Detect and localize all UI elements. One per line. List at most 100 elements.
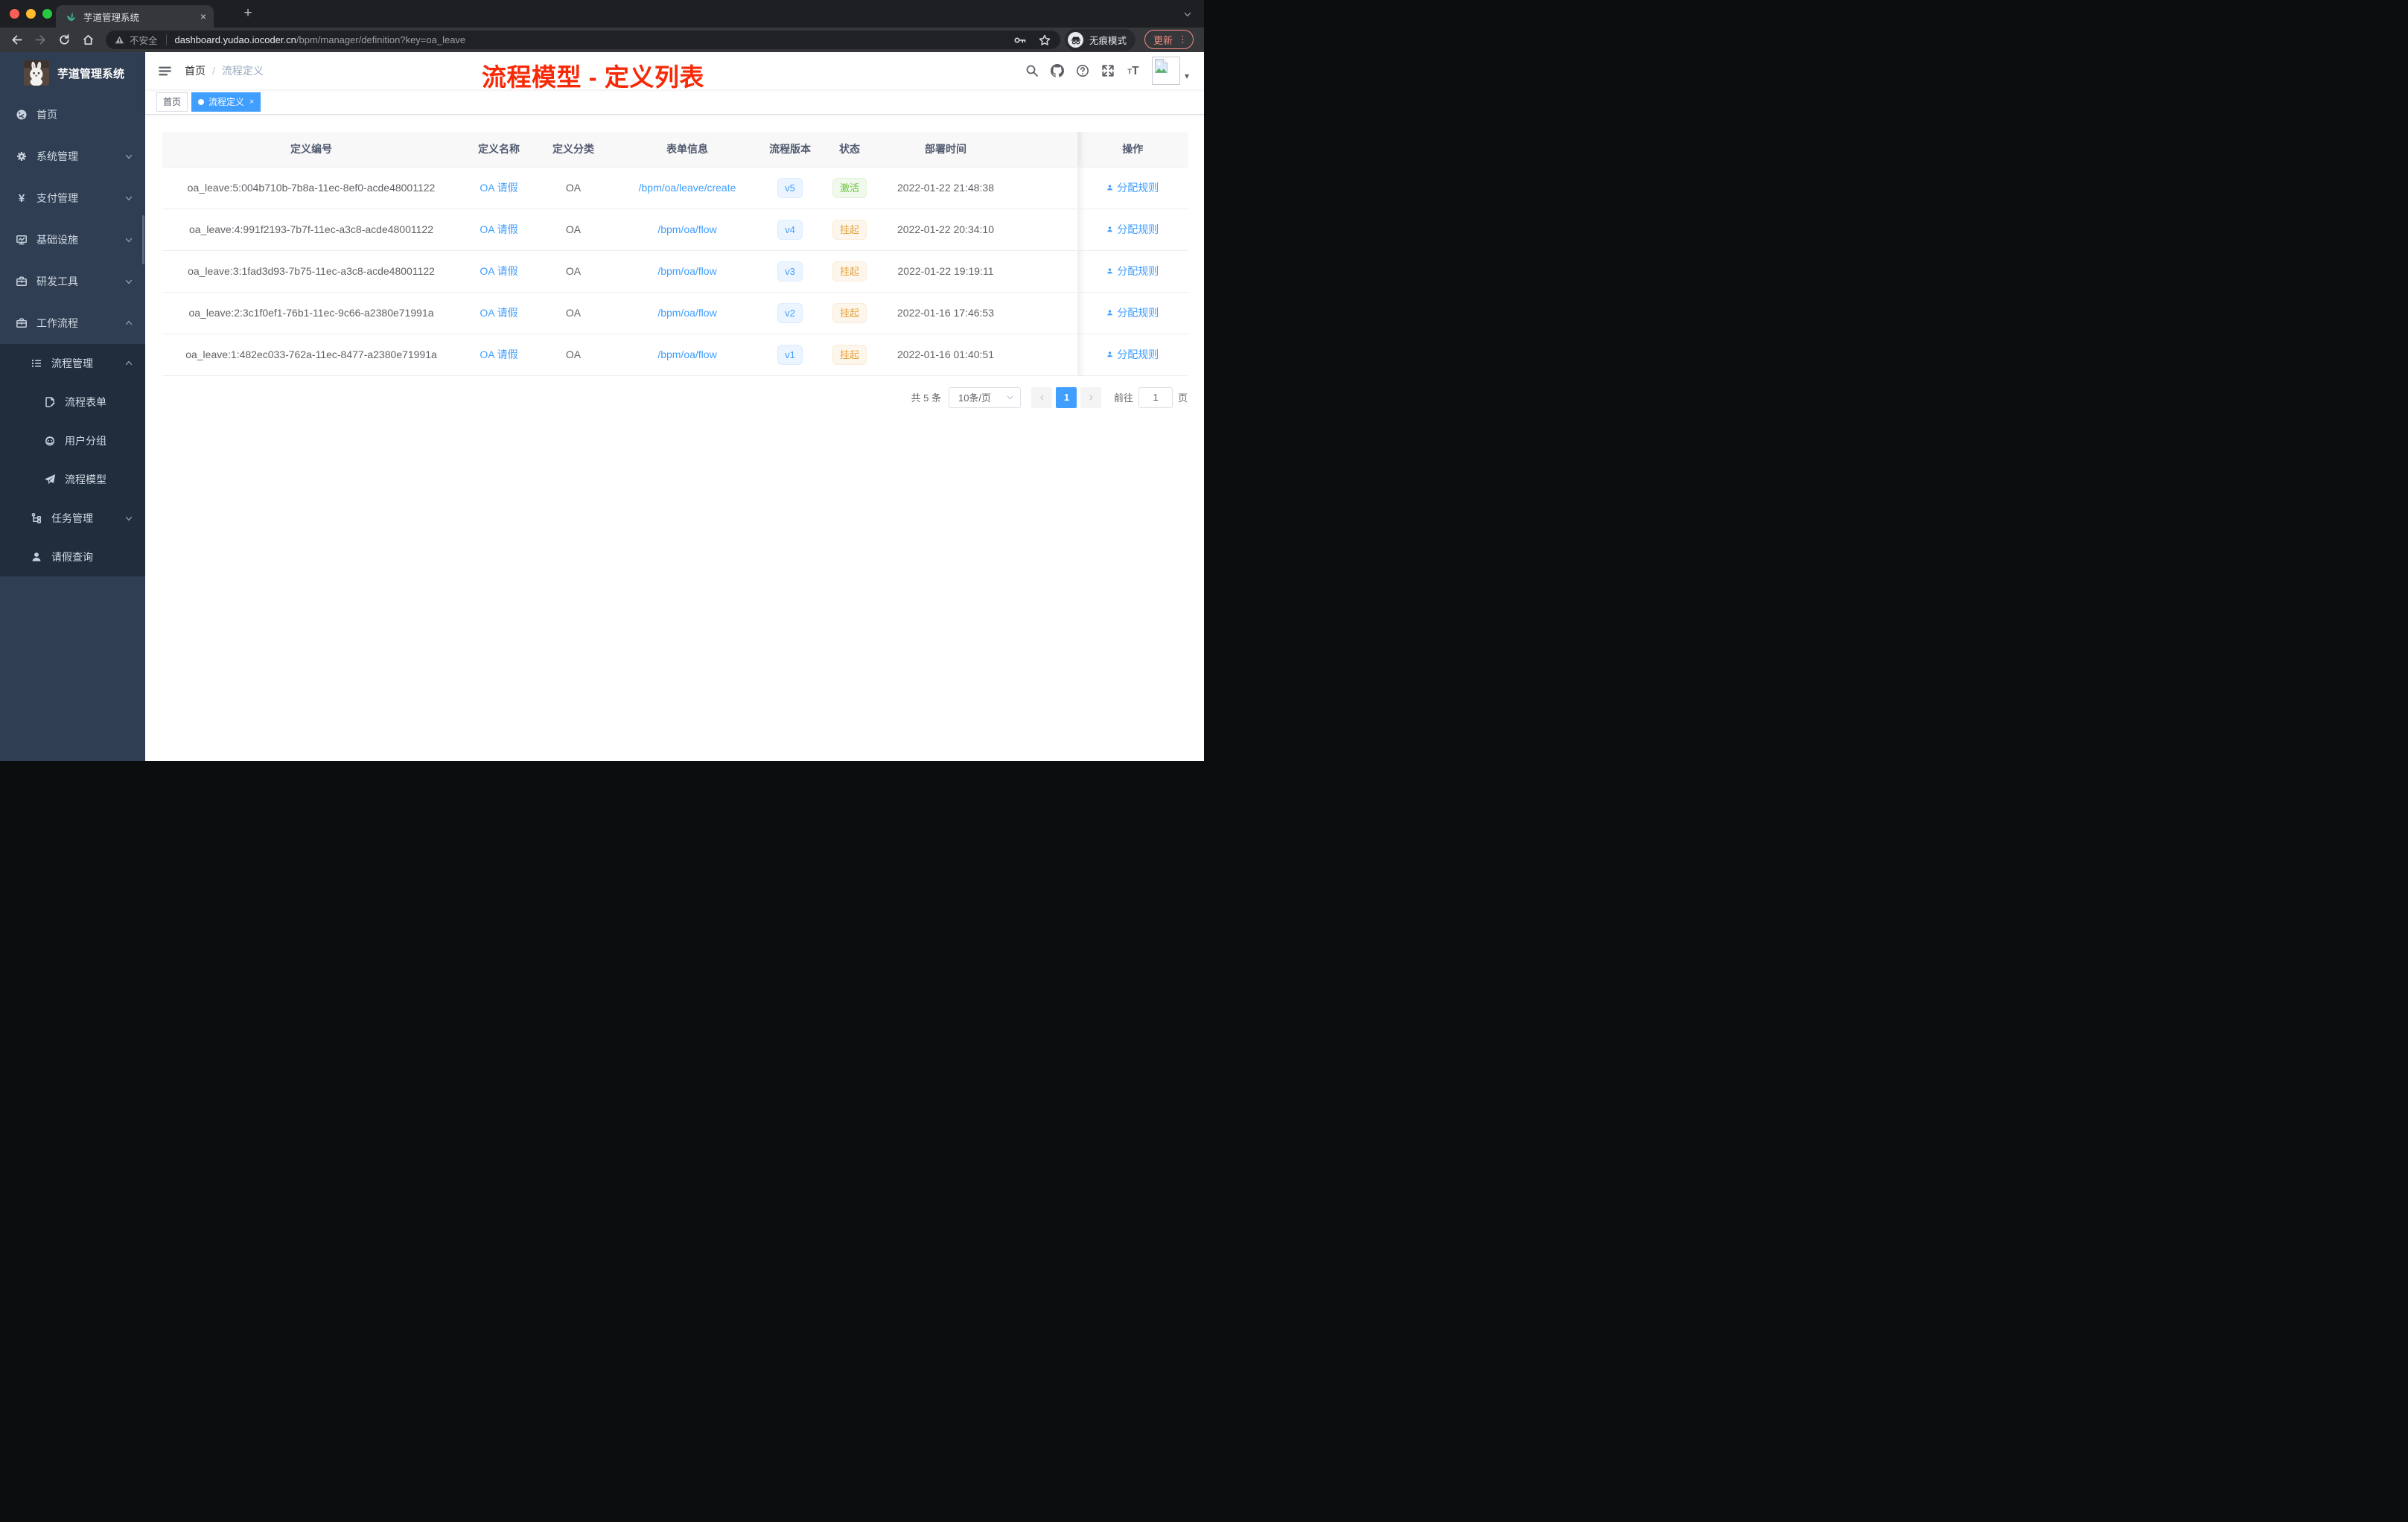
tag-close-icon[interactable]: × [249, 98, 254, 106]
assign-rule-link[interactable]: 分配规则 [1117, 347, 1159, 362]
sidebar-item-label: 系统管理 [36, 150, 78, 162]
sidebar-item-8[interactable]: 用户分组 [0, 421, 145, 460]
sidebar-item-2[interactable]: ¥ 支付管理 [0, 177, 145, 219]
assign-rule-button[interactable]: 分配规则 [1106, 180, 1159, 195]
form-link[interactable]: /bpm/oa/flow [657, 348, 716, 360]
sidebar-item-3[interactable]: 基础设施 [0, 219, 145, 261]
prev-page-button[interactable]: ‹ [1031, 386, 1053, 408]
form-info-cell: /bpm/oa/flow [609, 208, 765, 251]
sidebar-item-1[interactable]: 系统管理 [0, 136, 145, 177]
sidebar-item-6[interactable]: 流程管理 [0, 344, 145, 383]
form-link[interactable]: /bpm/oa/flow [657, 265, 716, 277]
page-content: 定义编号 定义名称 定义分类 表单信息 流程版本 状态 部署时间 操作 oa_l… [145, 115, 1204, 408]
fullscreen-icon[interactable] [1095, 64, 1121, 77]
sidebar-logo[interactable]: 芋道管理系统 [0, 52, 145, 94]
form-link[interactable]: /bpm/oa/flow [657, 307, 716, 319]
assign-rule-link[interactable]: 分配规则 [1117, 180, 1159, 195]
definition-name-link[interactable]: OA 请假 [480, 348, 517, 360]
github-icon[interactable] [1045, 64, 1070, 77]
search-icon[interactable] [1019, 64, 1045, 77]
sidebar-item-label: 首页 [36, 109, 57, 121]
sidebar-item-label: 支付管理 [36, 192, 78, 204]
bookmark-star-icon[interactable] [1038, 34, 1051, 47]
chevron-down-icon [124, 514, 133, 523]
breadcrumb-separator: / [212, 65, 215, 77]
assign-rule-button[interactable]: 分配规则 [1106, 347, 1159, 362]
assign-rule-button[interactable]: 分配规则 [1106, 305, 1159, 320]
url-path: /bpm/manager/definition?key=oa_leave [296, 34, 466, 45]
user-icon [1106, 266, 1117, 276]
tag-0[interactable]: 首页 [156, 92, 188, 112]
assign-rule-button[interactable]: 分配规则 [1106, 264, 1159, 278]
warning-icon[interactable] [115, 35, 124, 45]
form-link[interactable]: /bpm/oa/flow [657, 223, 716, 235]
form-link[interactable]: /bpm/oa/leave/create [639, 182, 736, 194]
sidebar-item-7[interactable]: 流程表单 [0, 383, 145, 421]
traffic-light-minimize[interactable] [26, 9, 36, 19]
status-badge: 挂起 [832, 261, 867, 281]
hamburger-icon[interactable] [158, 64, 172, 78]
reload-icon[interactable] [52, 34, 76, 46]
sidebar-item-11[interactable]: 请假查询 [0, 538, 145, 576]
kebab-menu-icon[interactable]: ⋮ [1178, 34, 1188, 45]
next-page-button[interactable]: › [1080, 386, 1102, 408]
assign-rule-button[interactable]: 分配规则 [1106, 222, 1159, 237]
sidebar-scrollbar[interactable] [142, 215, 144, 264]
tab-close-icon[interactable]: × [200, 10, 206, 22]
update-label[interactable]: 更新 [1153, 33, 1173, 47]
browser-update-button[interactable]: 更新 ⋮ [1144, 30, 1194, 49]
status-cell: 激活 [815, 167, 885, 209]
pagination-total: 共 5 条 [911, 392, 941, 404]
status-badge: 激活 [832, 177, 867, 198]
forward-icon[interactable] [28, 34, 52, 46]
security-label[interactable]: 不安全 [130, 33, 158, 47]
help-icon[interactable] [1070, 64, 1095, 77]
browser-tab[interactable]: 芋道管理系统 × [56, 5, 214, 28]
sidebar-item-5[interactable]: 工作流程 [0, 302, 145, 344]
traffic-light-close[interactable] [10, 9, 19, 19]
breadcrumb-home[interactable]: 首页 [185, 63, 206, 78]
new-tab-button[interactable]: + [238, 4, 258, 23]
sidebar-item-9[interactable]: 流程模型 [0, 460, 145, 499]
back-icon[interactable] [4, 34, 28, 46]
version-cell: v5 [765, 167, 815, 209]
definition-name-link[interactable]: OA 请假 [480, 182, 517, 194]
list-icon [30, 357, 43, 370]
sidebar-item-10[interactable]: 任务管理 [0, 499, 145, 538]
key-icon[interactable] [1013, 34, 1027, 47]
definition-id-cell: oa_leave:4:991f2193-7b7f-11ec-a3c8-acde4… [162, 208, 460, 251]
page-size-select[interactable]: 10条/页 [948, 386, 1021, 408]
version-badge: v2 [777, 302, 803, 323]
status-cell: 挂起 [815, 334, 885, 376]
goto-page-input[interactable] [1138, 386, 1173, 408]
col-definition-category: 定义分类 [538, 132, 609, 168]
briefcase-icon [15, 316, 28, 330]
category-cell: OA [538, 250, 609, 293]
home-icon[interactable] [76, 34, 100, 46]
status-cell: 挂起 [815, 250, 885, 293]
table-row: oa_leave:2:3c1f0ef1-76b1-11ec-9c66-a2380… [162, 292, 1188, 334]
definition-name-link[interactable]: OA 请假 [480, 265, 517, 277]
caret-down-icon[interactable]: ▾ [1185, 71, 1189, 81]
divider [165, 34, 167, 45]
select-caret-icon [1006, 393, 1014, 401]
font-size-icon[interactable]: TT [1121, 65, 1146, 77]
definition-name-link[interactable]: OA 请假 [480, 307, 517, 319]
user-icon [1106, 182, 1117, 193]
sidebar-item-4[interactable]: 研发工具 [0, 261, 145, 302]
assign-rule-link[interactable]: 分配规则 [1117, 305, 1159, 320]
form-info-cell: /bpm/oa/flow [609, 292, 765, 334]
table-row: oa_leave:3:1fad3d93-7b75-11ec-a3c8-acde4… [162, 250, 1188, 293]
assign-rule-link[interactable]: 分配规则 [1117, 222, 1159, 237]
main-area: 首页 / 流程定义 TT ▾ 流程模型 - 定义列表 首页 流程定义 × 定义编… [145, 52, 1204, 761]
definition-name-link[interactable]: OA 请假 [480, 223, 517, 235]
incognito-label: 无痕模式 [1089, 36, 1127, 46]
avatar[interactable] [1151, 57, 1180, 85]
address-bar[interactable]: 不安全 dashboard.yudao.iocoder.cn/bpm/manag… [106, 31, 1060, 49]
traffic-light-zoom[interactable] [42, 9, 52, 19]
sidebar-item-0[interactable]: 首页 [0, 94, 145, 136]
tag-1[interactable]: 流程定义 × [191, 92, 261, 112]
assign-rule-link[interactable]: 分配规则 [1117, 264, 1159, 278]
current-page-button[interactable]: 1 [1056, 386, 1077, 408]
tab-search-caret-icon[interactable] [1183, 9, 1192, 22]
